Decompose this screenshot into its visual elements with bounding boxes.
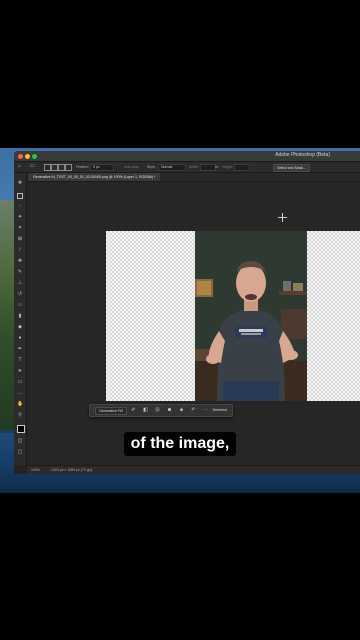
feather-field[interactable]: 0 px (90, 164, 114, 171)
more-tools-icon[interactable]: … (17, 391, 23, 396)
antialias-checkbox[interactable]: Anti-alias (124, 165, 138, 169)
select-and-mask-button[interactable]: Select and Mask... (273, 163, 310, 172)
zoom-window-button[interactable] (32, 154, 37, 159)
screen-mode-icon[interactable]: ▢ (17, 450, 23, 455)
tools-panel: ✥ ◌ ✦ ⌗ ⊠ ⁄ ✚ ✎ ⊥ ↺ ▱ ▮ ◆ ● ✒ T ➤ ▭ … ✋ … (14, 173, 27, 465)
document-size[interactable]: 1920 px x 1080 px (72 ppi) (51, 468, 92, 472)
frame-icon[interactable]: ⊠ (17, 237, 23, 242)
swap-icon[interactable]: ⇄ (215, 164, 218, 169)
hand-icon[interactable]: ✋ (17, 402, 23, 407)
transparent-area-left[interactable] (106, 231, 208, 401)
eraser-icon[interactable]: ▱ (17, 303, 23, 308)
move-icon[interactable]: ✥ (17, 181, 23, 186)
width-field[interactable] (200, 164, 216, 171)
brush-icon[interactable]: ✎ (17, 270, 23, 275)
marquee-preset-icon[interactable]: ▭ (30, 163, 35, 169)
height-label: Height: (222, 165, 234, 169)
path-select-icon[interactable]: ➤ (17, 369, 23, 374)
document-tab[interactable]: Generative AI_TEST_00_00_51_03.00000.png… (28, 173, 161, 181)
title-bar: Adobe Photoshop (Beta) (14, 151, 360, 162)
style-select[interactable]: Normal (158, 164, 186, 171)
invert-selection-icon[interactable]: ◧ (142, 407, 149, 414)
spot-heal-icon[interactable]: ✚ (17, 259, 23, 264)
options-bar: ⌂ ▭ Feather: 0 px Anti-alias Style: Norm… (14, 162, 360, 173)
gradient-icon[interactable]: ▮ (17, 314, 23, 319)
drag-handle-icon[interactable]: ⋮ (91, 407, 96, 414)
app-title: Adobe Photoshop (Beta) (275, 152, 330, 158)
create-mask-icon[interactable]: ◙ (166, 407, 173, 414)
modify-selection-icon[interactable]: ✐ (130, 407, 137, 414)
stamp-icon[interactable]: ⊥ (17, 281, 23, 286)
style-value: Normal (161, 165, 173, 169)
document-tab-bar: Generative AI_TEST_00_00_51_03.00000.png… (28, 173, 360, 182)
zoom-level[interactable]: 100% (31, 468, 40, 472)
transform-selection-icon[interactable]: ⊡ (154, 407, 161, 414)
quick-mask-icon[interactable]: ◫ (17, 439, 23, 444)
zoom-icon[interactable]: ⚲ (17, 413, 23, 418)
type-icon[interactable]: T (17, 358, 23, 363)
intersect-selection-icon[interactable] (65, 164, 72, 171)
history-brush-icon[interactable]: ↺ (17, 292, 23, 297)
marquee-icon[interactable] (17, 193, 23, 199)
video-caption: of the image, (124, 432, 236, 456)
fill-selection-icon[interactable]: ◈ (178, 407, 185, 414)
close-window-button[interactable] (18, 154, 23, 159)
lasso-icon[interactable]: ◌ (17, 204, 23, 209)
deselect-button[interactable]: Deselect (211, 407, 229, 413)
generative-fill-button[interactable]: Generative Fill (95, 407, 127, 415)
new-selection-icon[interactable] (44, 164, 51, 171)
pen-icon[interactable]: ✒ (17, 347, 23, 352)
transparent-area-right[interactable] (307, 231, 360, 401)
dodge-icon[interactable]: ● (17, 336, 23, 341)
minimize-window-button[interactable] (25, 154, 30, 159)
crop-icon[interactable]: ⌗ (17, 226, 23, 231)
status-bar: 100% 1920 px x 1080 px (72 ppi) (27, 465, 360, 474)
person-photo (195, 231, 307, 401)
subtract-selection-icon[interactable] (58, 164, 65, 171)
more-options-icon[interactable]: ⋯ (202, 407, 209, 414)
contextual-task-bar: ⋮ Generative Fill ✐ ◧ ⊡ ◙ ◈ ↶ ⋯ Deselect (89, 404, 233, 417)
home-icon[interactable]: ⌂ (18, 163, 21, 169)
rectangle-icon[interactable]: ▭ (17, 380, 23, 385)
style-label: Style: (147, 165, 156, 169)
height-field[interactable] (234, 164, 250, 171)
feather-value: 0 px (93, 165, 100, 169)
add-selection-icon[interactable] (51, 164, 58, 171)
magic-wand-icon[interactable]: ✦ (17, 215, 23, 220)
width-label: Width: (189, 165, 199, 169)
undo-icon[interactable]: ↶ (190, 407, 197, 414)
generative-fill-label: Generative Fill (99, 409, 123, 413)
foreground-color-swatch[interactable] (17, 425, 25, 433)
eyedropper-icon[interactable]: ⁄ (17, 248, 23, 253)
feather-label: Feather: (76, 165, 90, 169)
crosshair-cursor-icon (278, 213, 287, 222)
photo-layer[interactable] (195, 231, 307, 401)
blur-icon[interactable]: ◆ (17, 325, 23, 330)
